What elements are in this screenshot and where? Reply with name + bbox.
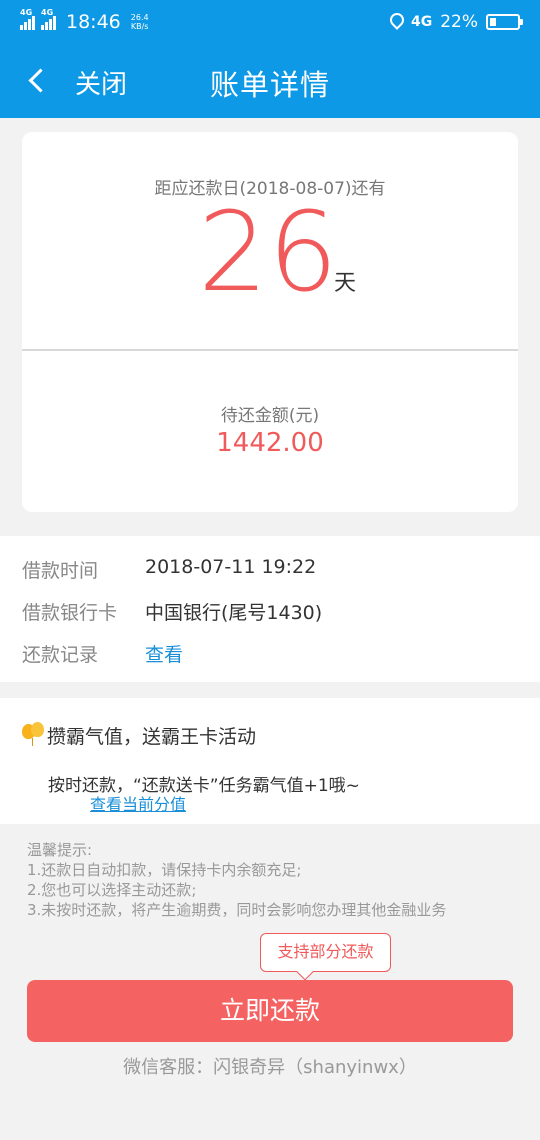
partial-repay-tooltip: 支持部分还款 <box>260 933 391 972</box>
tips-line: 3.未按时还款，将产生逾期费，同时会影响您办理其他金融业务 <box>27 901 447 919</box>
tips-line: 1.还款日自动扣款，请保持卡内余额充足; <box>27 861 302 879</box>
due-countdown-card: 距应还款日(2018-08-07)还有 26 天 待还金额(元) 1442.00 <box>22 132 518 512</box>
days-unit: 天 <box>334 271 357 296</box>
page-title: 账单详情 <box>209 68 330 102</box>
promo-title: 攒霸气值，送霸王卡活动 <box>47 726 257 748</box>
network-speed: 26.4 KB/s <box>131 13 149 31</box>
network-type-2: 4G <box>41 8 54 17</box>
info-key: 借款时间 <box>22 560 99 582</box>
info-key: 借款银行卡 <box>22 602 118 624</box>
info-row-bank-card: 借款银行卡 中国银行(尾号1430) <box>22 598 322 625</box>
info-row-loan-time: 借款时间 2018-07-11 19:22 <box>22 556 316 583</box>
network-type-right: 4G <box>410 14 433 30</box>
tips-line: 2.您也可以选择主动还款; <box>27 881 197 899</box>
battery-percent: 22% <box>440 12 478 32</box>
info-row-repayment-record: 还款记录 查看 <box>22 640 183 667</box>
info-value: 2018-07-11 19:22 <box>145 556 317 578</box>
battery-icon <box>486 14 523 30</box>
network-type-1: 4G <box>20 8 33 17</box>
signal-icon-1: 4G <box>20 8 35 30</box>
location-icon <box>389 13 403 31</box>
clock: 18:46 <box>66 11 121 33</box>
view-score-link[interactable]: 查看当前分值 <box>90 791 186 815</box>
status-right: 4G 22% <box>389 12 523 32</box>
network-speed-unit: KB/s <box>130 22 149 31</box>
amount-due: 1442.00 <box>216 428 324 458</box>
view-repayment-record-link[interactable]: 查看 <box>145 640 183 667</box>
loan-info-section: 借款时间 2018-07-11 19:22 借款银行卡 中国银行(尾号1430)… <box>0 536 540 682</box>
status-bar: 4G 4G 18:46 26.4 KB/s 4G 22% <box>0 0 540 44</box>
info-value: 中国银行(尾号1430) <box>145 602 323 624</box>
network-speed-value: 26.4 <box>130 13 149 22</box>
promo-section: 攒霸气值，送霸王卡活动 按时还款，“还款送卡”任务霸气值+1哦~ 查看当前分值 <box>0 698 540 824</box>
days-remaining: 26 <box>198 188 338 316</box>
card-divider <box>22 349 518 351</box>
balloon-icon <box>22 722 46 746</box>
tips: 温馨提示: 1.还款日自动扣款，请保持卡内余额充足; 2.您也可以选择主动还款;… <box>27 840 446 920</box>
tips-title: 温馨提示: <box>27 841 93 859</box>
signal-icon-2: 4G <box>41 8 56 30</box>
nav-bar: 关闭 账单详情 <box>0 44 540 118</box>
status-left: 4G 4G 18:46 26.4 KB/s <box>20 8 149 33</box>
customer-service-text: 微信客服：闪银奇异（shanyinwx） <box>123 1057 417 1078</box>
repay-now-button[interactable]: 立即还款 <box>27 980 513 1042</box>
amount-due-label: 待还金额(元) <box>220 406 320 426</box>
info-key: 还款记录 <box>22 644 99 666</box>
